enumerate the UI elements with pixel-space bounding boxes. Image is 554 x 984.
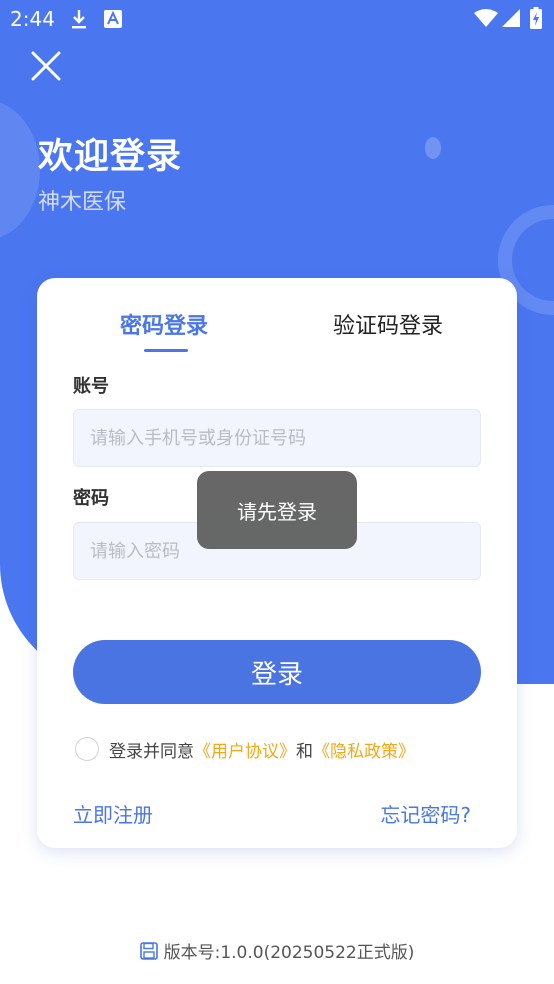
save-icon	[139, 941, 158, 960]
a-notification-icon	[104, 10, 122, 32]
agreement-conjunction: 和	[296, 741, 313, 762]
toast-message: 请先登录	[197, 471, 357, 549]
app-name: 神木医保	[38, 190, 127, 215]
decorative-dot	[425, 137, 441, 159]
login-card: 密码登录 验证码登录 账号 密码 登录 登录并同意 《用户协议》 和 《隐私政策…	[37, 278, 517, 848]
close-icon	[26, 51, 66, 90]
tab-code-login[interactable]: 验证码登录	[333, 308, 443, 340]
register-link[interactable]: 立即注册	[73, 799, 153, 828]
status-time: 2:44	[10, 7, 55, 31]
signal-icon	[502, 9, 520, 31]
agreement-checkbox[interactable]	[75, 737, 99, 761]
active-tab-indicator	[144, 349, 188, 352]
battery-icon	[530, 7, 542, 33]
password-label: 密码	[73, 488, 109, 509]
close-button[interactable]	[26, 46, 66, 86]
download-icon	[68, 8, 90, 34]
wifi-icon	[474, 9, 498, 31]
status-bar: 2:44	[0, 0, 554, 38]
account-input[interactable]	[73, 409, 481, 467]
account-label: 账号	[73, 376, 109, 397]
user-agreement-link[interactable]: 《用户协议》	[194, 737, 296, 762]
agreement-row: 登录并同意 《用户协议》 和 《隐私政策》	[75, 736, 415, 762]
version-info: 版本号:1.0.0(20250522正式版)	[0, 938, 554, 963]
page-title: 欢迎登录	[38, 137, 183, 177]
version-text: 版本号:1.0.0(20250522正式版)	[163, 943, 415, 963]
tab-password-login[interactable]: 密码登录	[120, 308, 208, 340]
decorative-circle	[0, 100, 40, 240]
agreement-prefix: 登录并同意	[109, 741, 194, 762]
login-button[interactable]: 登录	[73, 640, 481, 704]
forgot-password-link[interactable]: 忘记密码?	[380, 799, 471, 828]
privacy-policy-link[interactable]: 《隐私政策》	[313, 737, 415, 762]
